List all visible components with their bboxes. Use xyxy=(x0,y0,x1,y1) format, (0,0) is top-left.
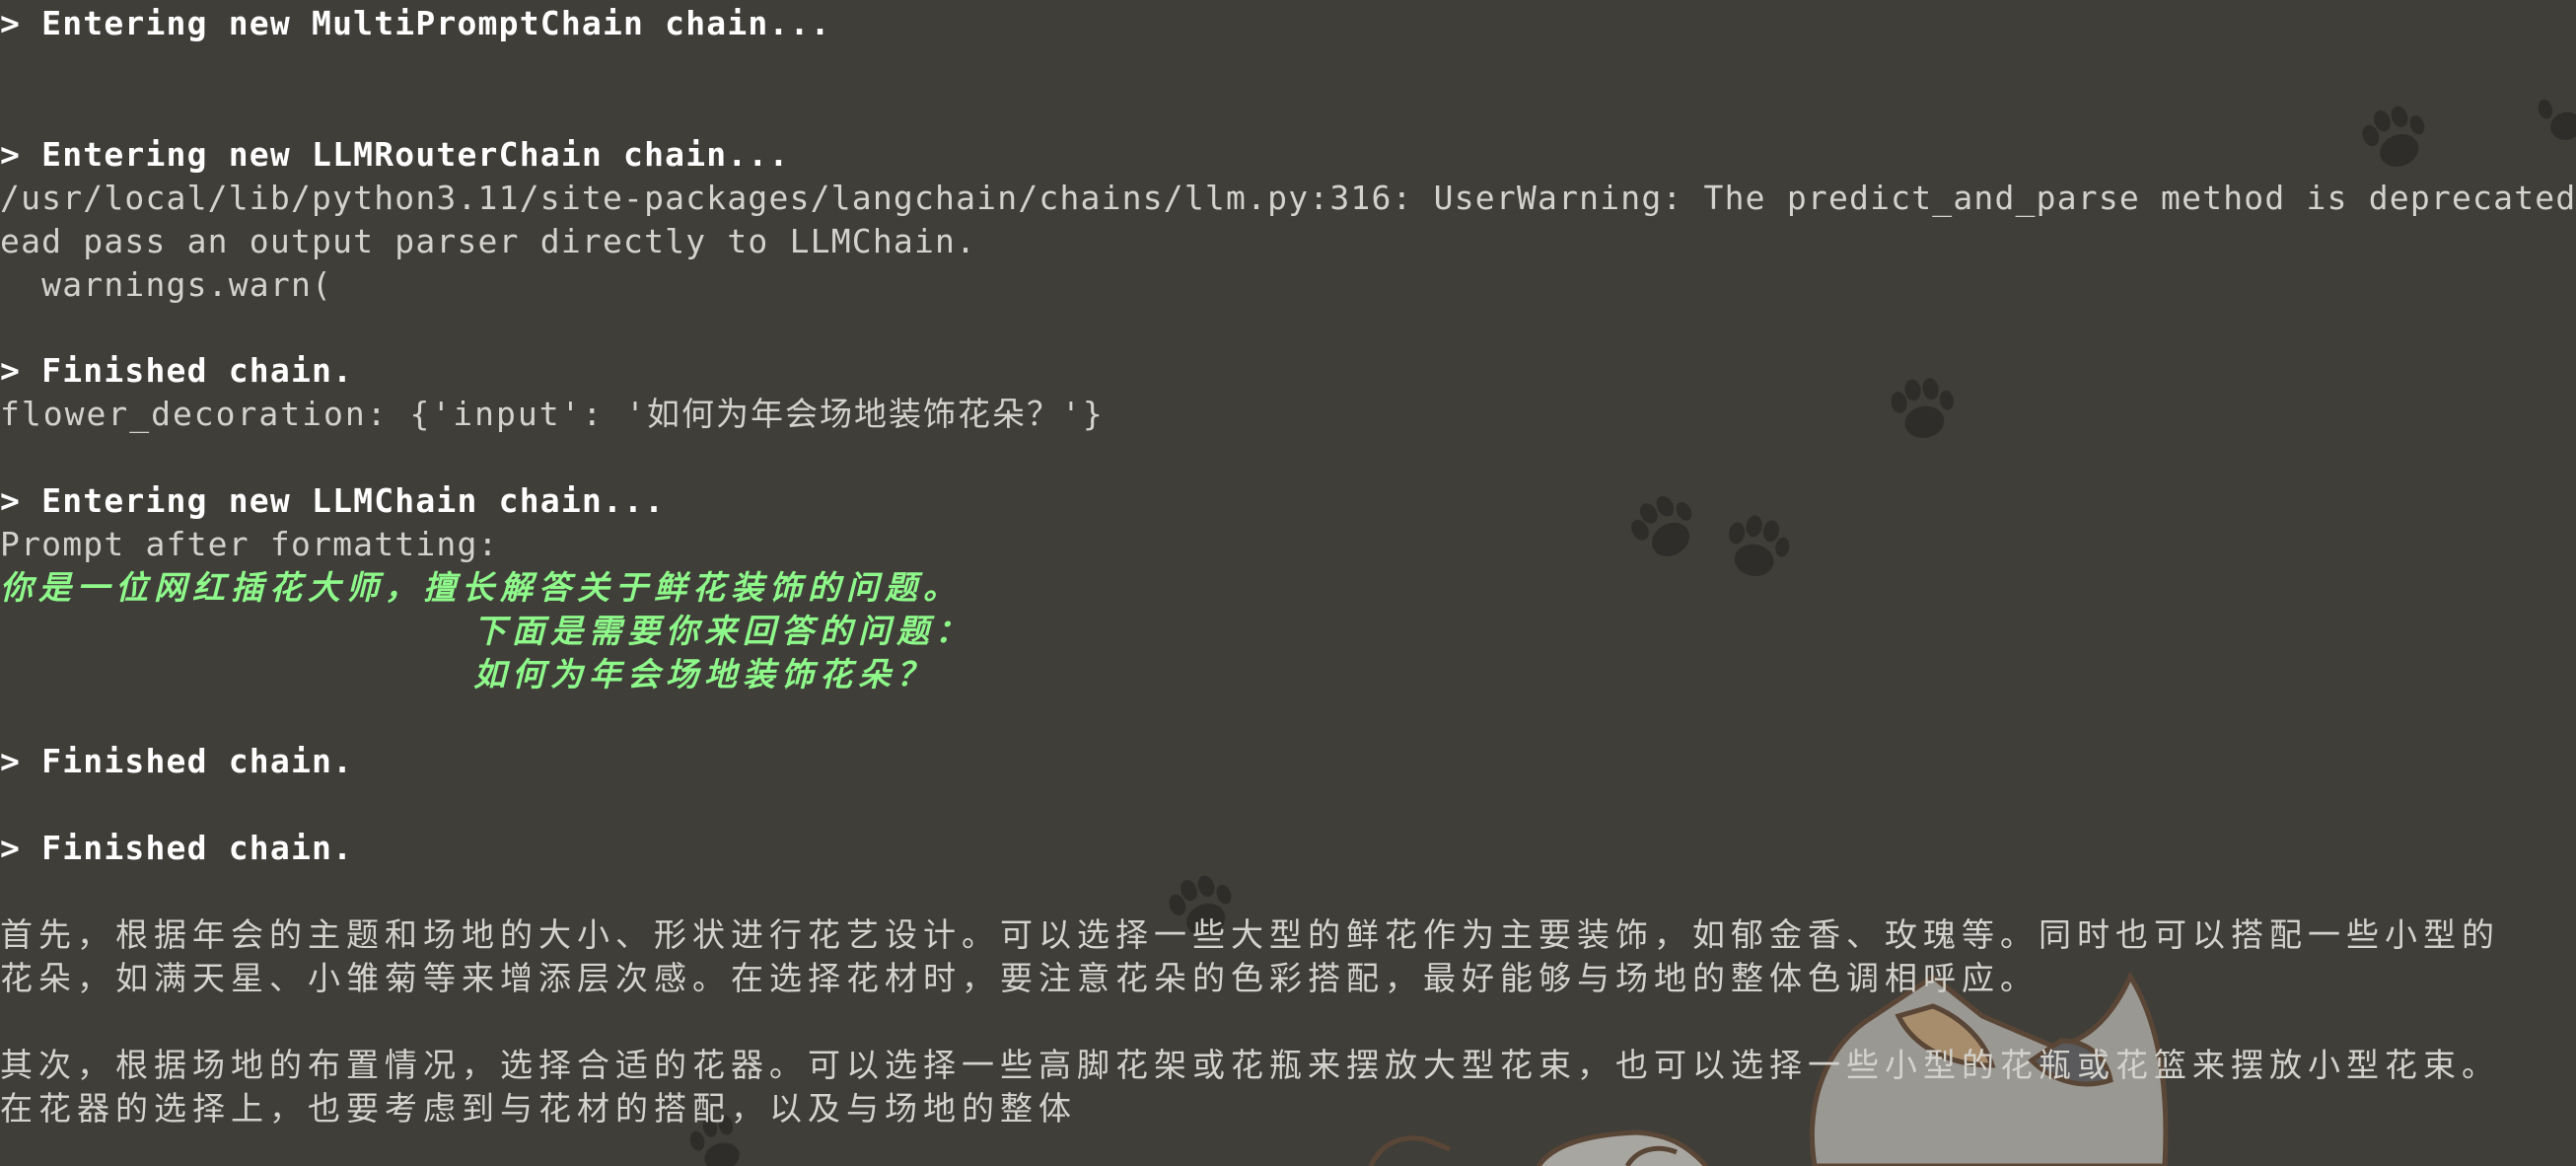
prompt-after-formatting-label: Prompt after formatting: xyxy=(0,525,499,563)
chain-finished: > Finished chain. xyxy=(0,351,354,390)
chain-finished: > Finished chain. xyxy=(0,742,354,780)
formatted-prompt-line-2: 下面是需要你来回答的问题： xyxy=(473,612,973,650)
chain-entering-router: > Entering new LLMRouterChain chain... xyxy=(0,135,790,174)
user-warning-line-1: /usr/local/lib/python3.11/site-packages/… xyxy=(0,179,2576,217)
user-warning-line-2: ead pass an output parser directly to LL… xyxy=(0,222,977,260)
terminal-output: > Entering new MultiPromptChain chain...… xyxy=(0,0,2576,1166)
formatted-prompt-line-3: 如何为年会场地装饰花朵？ xyxy=(473,655,935,693)
answer-paragraph-1-line-2: 花朵，如满天星、小雏菊等来增添层次感。在选择花材时，要注意花朵的色彩搭配，最好能… xyxy=(0,959,2039,997)
answer-paragraph-2-line-2: 在花器的选择上，也要考虑到与花材的搭配，以及与场地的整体 xyxy=(0,1089,1077,1128)
warnings-warn-line: warnings.warn( xyxy=(0,265,333,304)
answer-paragraph-1-line-1: 首先，根据年会的主题和场地的大小、形状进行花艺设计。可以选择一些大型的鲜花作为主… xyxy=(0,915,2500,954)
router-destination: flower_decoration: {'input': '如何为年会场地装饰花… xyxy=(0,395,1105,433)
chain-entering-llmchain: > Entering new LLMChain chain... xyxy=(0,481,666,520)
formatted-prompt-line-1: 你是一位网红插花大师，擅长解答关于鲜花装饰的问题。 xyxy=(0,568,962,607)
chain-finished: > Finished chain. xyxy=(0,829,354,867)
answer-paragraph-2-line-1: 其次，根据场地的布置情况，选择合适的花器。可以选择一些高脚花架或花瓶来摆放大型花… xyxy=(0,1046,2500,1084)
chain-entering-multiprompt: > Entering new MultiPromptChain chain... xyxy=(0,4,831,42)
